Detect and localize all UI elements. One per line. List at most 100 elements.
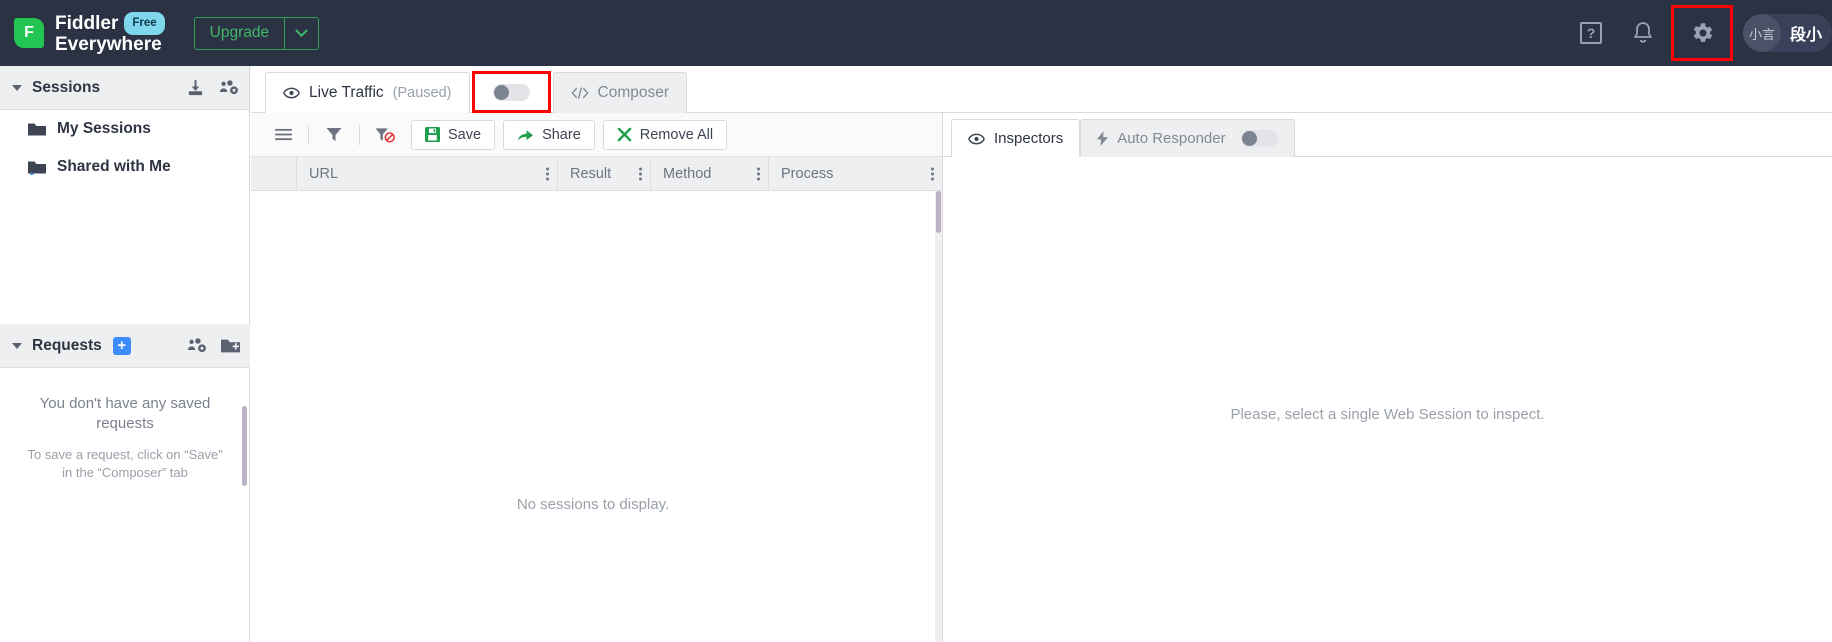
help-button[interactable]: ? [1565, 5, 1617, 61]
tab-live-traffic[interactable]: Live Traffic (Paused) [265, 72, 470, 113]
import-sessions-button[interactable] [186, 78, 205, 97]
sidebar-sessions-header: Sessions [0, 66, 249, 110]
capture-toggle-highlight [471, 71, 551, 113]
save-label: Save [448, 126, 482, 143]
column-result-label: Result [570, 165, 612, 182]
upgrade-dropdown-button[interactable] [284, 17, 318, 49]
sidebar: Sessions My Sessions Shared with Me Requ… [0, 66, 250, 642]
sessions-empty-message: No sessions to display. [516, 496, 670, 513]
sidebar-item-label: Shared with Me [57, 158, 171, 175]
code-icon [570, 87, 589, 99]
main-tabstrip: Live Traffic (Paused) Composer [251, 66, 1832, 113]
column-result[interactable]: Result [558, 157, 651, 190]
column-process-menu-icon[interactable] [931, 167, 934, 180]
header-actions: ? 小言 段小 [1565, 0, 1832, 66]
requests-empty-state: You don't have any saved requests To sav… [0, 368, 250, 482]
share-label: Share [542, 126, 581, 143]
requests-header-actions [187, 336, 240, 355]
user-menu[interactable]: 小言 段小 [1742, 14, 1832, 52]
collapse-sessions-icon[interactable] [12, 84, 22, 91]
sessions-scrollbar-thumb[interactable] [936, 191, 941, 233]
settings-button[interactable] [1670, 5, 1733, 61]
save-icon [425, 127, 440, 142]
sessions-title: Sessions [32, 78, 101, 96]
column-process-label: Process [781, 165, 834, 182]
brand-line-2: Everywhere [55, 33, 162, 55]
brand: F Fiddler Free Everywhere [14, 11, 165, 55]
sessions-menu-button[interactable] [265, 120, 301, 150]
share-requests-button[interactable] [187, 336, 207, 355]
remove-all-button[interactable]: Remove All [602, 119, 728, 150]
column-select[interactable] [251, 157, 297, 190]
eye-icon [283, 87, 300, 99]
sessions-list[interactable]: No sessions to display. [251, 191, 935, 642]
sessions-header-actions [186, 78, 239, 97]
tab-inspectors[interactable]: Inspectors [951, 119, 1081, 157]
folder-icon [28, 123, 46, 135]
hamburger-menu-icon [274, 128, 292, 141]
sessions-scrollbar[interactable] [935, 191, 942, 642]
add-folder-icon [221, 339, 240, 352]
sessions-column-header: URL Result Method Process [251, 157, 942, 191]
shared-folder-icon [28, 161, 46, 175]
toolbar-divider [359, 124, 360, 145]
brand-text: Fiddler Free Everywhere [55, 11, 165, 55]
inspector-empty-message: Please, select a single Web Session to i… [1230, 406, 1545, 423]
tab-auto-responder[interactable]: Auto Responder [1080, 119, 1295, 157]
eye-icon [968, 133, 985, 144]
remove-all-label: Remove All [639, 126, 714, 143]
sidebar-item-my-sessions[interactable]: My Sessions [0, 110, 249, 148]
auto-responder-toggle[interactable] [1240, 130, 1278, 147]
clear-filter-button[interactable] [367, 120, 403, 150]
upgrade-control: Upgrade [193, 16, 320, 50]
toolbar-divider [308, 124, 309, 145]
logo-letter: F [24, 24, 34, 41]
tab-composer-label: Composer [597, 84, 670, 101]
sidebar-item-label: My Sessions [57, 120, 151, 137]
new-folder-button[interactable] [221, 338, 240, 354]
tab-inspectors-label: Inspectors [994, 130, 1064, 147]
avatar: 小言 [1742, 14, 1781, 52]
notifications-button[interactable] [1617, 5, 1669, 61]
share-button[interactable]: Share [503, 119, 595, 150]
tab-live-traffic-status: (Paused) [392, 85, 452, 101]
tab-composer[interactable]: Composer [552, 72, 688, 113]
inspector-panel: Inspectors Auto Responder Please, select… [942, 113, 1832, 642]
app-header: F Fiddler Free Everywhere Upgrade ? 小言 段… [0, 0, 1832, 66]
plan-badge: Free [124, 11, 165, 35]
sidebar-scrollbar-thumb[interactable] [242, 406, 247, 486]
share-users-icon [187, 338, 206, 353]
column-url[interactable]: URL [297, 157, 558, 190]
requests-title: Requests [32, 336, 102, 354]
column-method[interactable]: Method [651, 157, 769, 190]
column-url-label: URL [309, 165, 339, 182]
column-method-label: Method [663, 165, 712, 182]
add-request-button[interactable]: + [112, 336, 131, 355]
main-content: Live Traffic (Paused) Composer Save Shar… [251, 66, 1832, 642]
tab-auto-responder-label: Auto Responder [1117, 130, 1226, 147]
clear-filter-icon [375, 127, 395, 143]
sessions-toolbar: Save Share Remove All [251, 113, 942, 157]
requests-empty-title: You don't have any saved requests [39, 395, 211, 432]
notifications-bell-icon [1634, 22, 1652, 43]
chevron-down-icon [295, 23, 308, 37]
collapse-requests-icon[interactable] [12, 342, 22, 349]
column-method-menu-icon[interactable] [757, 167, 760, 180]
toggle-knob [1241, 131, 1257, 146]
save-button[interactable]: Save [411, 119, 496, 150]
column-process[interactable]: Process [769, 157, 942, 190]
tab-live-traffic-label: Live Traffic [309, 84, 384, 101]
sidebar-item-shared-with-me[interactable]: Shared with Me [0, 148, 249, 186]
upgrade-button[interactable]: Upgrade [195, 18, 284, 49]
filter-button[interactable] [316, 120, 352, 150]
settings-gear-icon [1693, 23, 1713, 42]
column-result-menu-icon[interactable] [639, 167, 642, 180]
capture-traffic-toggle[interactable] [492, 83, 530, 101]
filter-icon [326, 128, 342, 141]
share-sessions-button[interactable] [219, 78, 239, 97]
download-icon [188, 79, 203, 96]
help-icon: ? [1579, 22, 1602, 44]
close-x-icon [617, 127, 632, 142]
column-url-menu-icon[interactable] [546, 167, 549, 180]
user-name: 段小 [1789, 27, 1822, 44]
